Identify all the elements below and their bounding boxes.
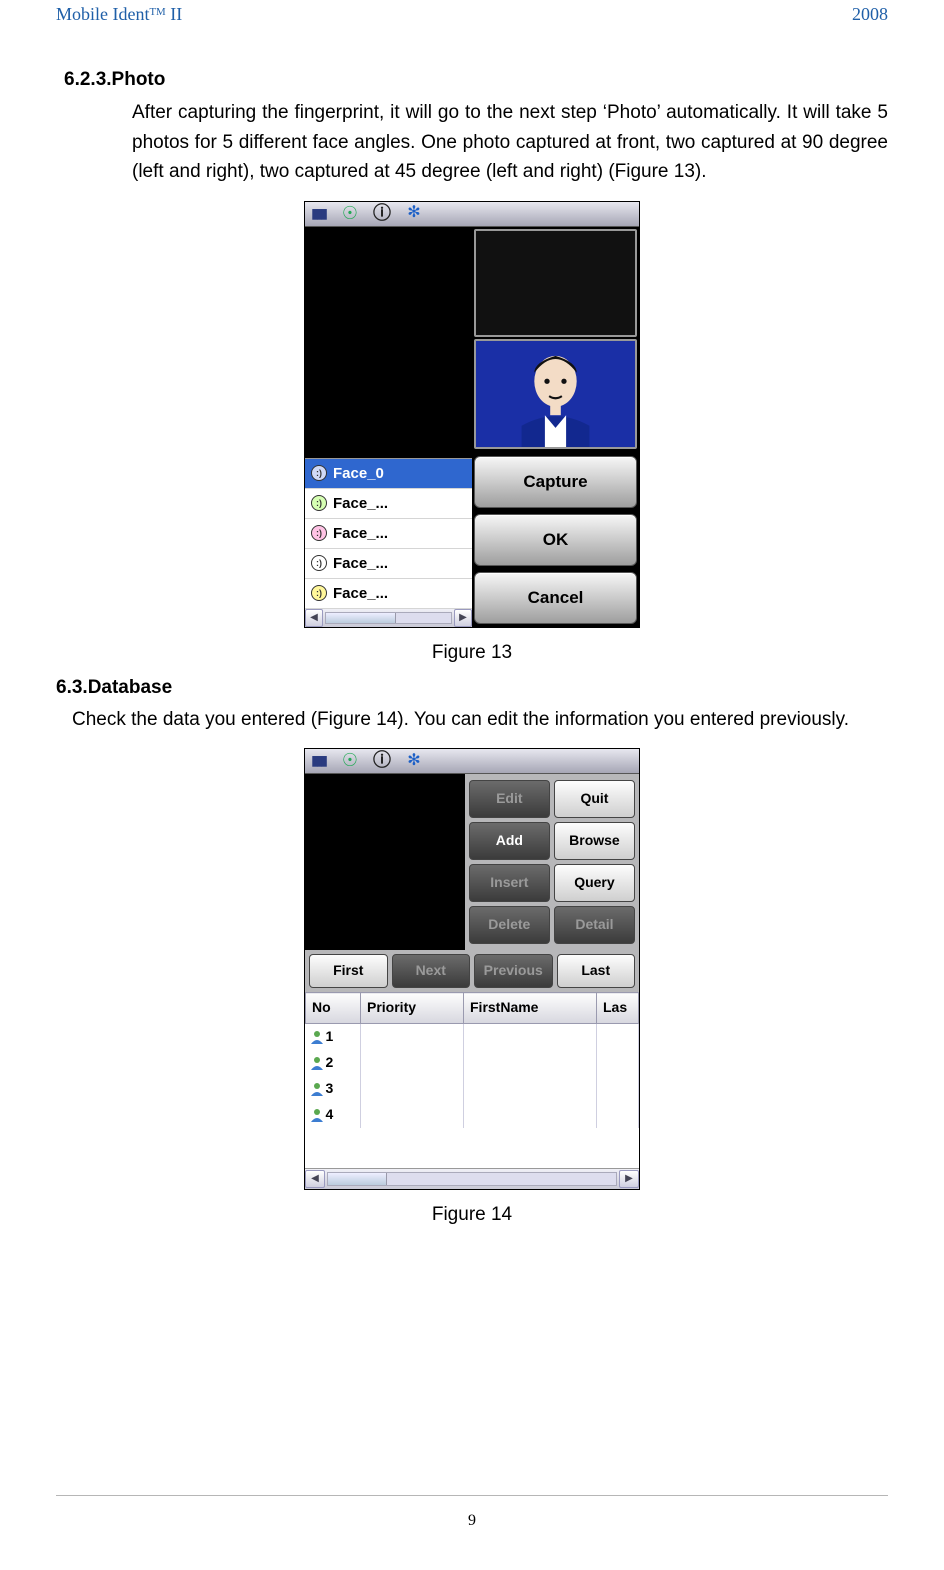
face-list-item-4[interactable]: Face_... — [305, 579, 472, 609]
query-button[interactable]: Query — [554, 864, 635, 902]
figure-14-caption: Figure 14 — [56, 1200, 888, 1229]
cell-no: 1 — [326, 1028, 334, 1044]
face-icon — [311, 465, 327, 481]
scroll-right-icon[interactable]: ▶ — [619, 1170, 639, 1188]
col-lastname[interactable]: Las — [597, 993, 639, 1024]
person-icon — [310, 1078, 324, 1100]
figure-13-device: Face_0 Face_... Face_... — [304, 201, 640, 628]
face-icon — [311, 495, 327, 511]
globe-icon — [341, 205, 359, 223]
face-list-item-1[interactable]: Face_... — [305, 489, 472, 519]
figure-14-container: Edit Quit Add Browse Insert Query Delete… — [56, 748, 888, 1190]
first-button[interactable]: First — [309, 954, 388, 988]
browse-button[interactable]: Browse — [554, 822, 635, 860]
col-firstname[interactable]: FirstName — [464, 993, 597, 1024]
col-no[interactable]: No — [306, 993, 361, 1024]
avatar-icon — [476, 341, 635, 447]
scroll-right-icon[interactable]: ▶ — [454, 609, 472, 627]
table-row[interactable]: 2 — [306, 1050, 639, 1076]
data-table-wrap: No Priority FirstName Las 1 — [305, 992, 639, 1168]
face-list-label: Face_... — [333, 522, 388, 545]
cancel-button[interactable]: Cancel — [474, 572, 637, 624]
add-button[interactable]: Add — [469, 822, 550, 860]
action-button-grid: Edit Quit Add Browse Insert Query Delete… — [465, 774, 639, 950]
scroll-track[interactable] — [327, 1172, 617, 1186]
header-title-left: Mobile Identᵀᴹ II — [56, 4, 182, 25]
record-preview — [305, 774, 465, 950]
heading-623: 6.2.3.Photo — [64, 65, 888, 94]
scroll-left-icon[interactable]: ◀ — [305, 1170, 325, 1188]
bluetooth-icon — [405, 752, 423, 770]
globe-icon — [341, 752, 359, 770]
photo-preview-avatar — [474, 339, 637, 449]
insert-button[interactable]: Insert — [469, 864, 550, 902]
signal-icon — [309, 205, 327, 223]
next-button[interactable]: Next — [392, 954, 471, 988]
person-icon — [310, 1026, 324, 1048]
table-row[interactable]: 3 — [306, 1076, 639, 1102]
antenna-icon — [373, 752, 391, 770]
body-63: Check the data you entered (Figure 14). … — [72, 705, 888, 734]
ok-button[interactable]: OK — [474, 514, 637, 566]
heading-63: 6.3.Database — [56, 673, 888, 702]
bluetooth-icon — [405, 205, 423, 223]
face-list-scrollbar[interactable]: ◀ ▶ — [305, 609, 472, 627]
signal-icon — [309, 752, 327, 770]
col-priority[interactable]: Priority — [361, 993, 464, 1024]
face-list-label: Face_... — [333, 582, 388, 605]
face-list-label: Face_... — [333, 492, 388, 515]
header-title-right: 2008 — [852, 4, 888, 25]
scroll-track[interactable] — [325, 612, 452, 624]
page-footer: 9 — [56, 1495, 888, 1530]
data-table: No Priority FirstName Las 1 — [305, 992, 639, 1128]
table-header-row: No Priority FirstName Las — [306, 993, 639, 1024]
figure-13-container: Face_0 Face_... Face_... — [56, 201, 888, 628]
face-list-item-2[interactable]: Face_... — [305, 519, 472, 549]
face-list[interactable]: Face_0 Face_... Face_... — [305, 458, 472, 609]
detail-button[interactable]: Detail — [554, 906, 635, 944]
face-list-label: Face_0 — [333, 462, 384, 485]
table-row[interactable]: 4 — [306, 1102, 639, 1128]
face-list-item-3[interactable]: Face_... — [305, 549, 472, 579]
nav-button-row: First Next Previous Last — [305, 950, 639, 992]
status-bar — [305, 202, 639, 227]
table-empty-area — [305, 1128, 639, 1168]
scroll-thumb[interactable] — [328, 1173, 387, 1185]
capture-button[interactable]: Capture — [474, 456, 637, 508]
antenna-icon — [373, 205, 391, 223]
status-bar — [305, 749, 639, 774]
body-623: After capturing the fingerprint, it will… — [132, 98, 888, 186]
table-scrollbar[interactable]: ◀ ▶ — [305, 1168, 639, 1189]
page-header: Mobile Identᵀᴹ II 2008 — [56, 0, 888, 25]
face-list-label: Face_... — [333, 552, 388, 575]
cell-no: 3 — [326, 1080, 334, 1096]
table-row[interactable]: 1 — [306, 1023, 639, 1050]
figure-14-device: Edit Quit Add Browse Insert Query Delete… — [304, 748, 640, 1190]
delete-button[interactable]: Delete — [469, 906, 550, 944]
face-icon — [311, 525, 327, 541]
scroll-thumb[interactable] — [326, 613, 396, 623]
face-icon — [311, 555, 327, 571]
face-icon — [311, 585, 327, 601]
cell-no: 4 — [326, 1106, 334, 1122]
edit-button[interactable]: Edit — [469, 780, 550, 818]
scroll-left-icon[interactable]: ◀ — [305, 609, 323, 627]
person-icon — [310, 1104, 324, 1126]
quit-button[interactable]: Quit — [554, 780, 635, 818]
face-list-item-0[interactable]: Face_0 — [305, 459, 472, 489]
page-number: 9 — [468, 1512, 476, 1529]
photo-preview-empty — [474, 229, 637, 337]
cell-no: 2 — [326, 1054, 334, 1070]
person-icon — [310, 1052, 324, 1074]
figure-13-caption: Figure 13 — [56, 638, 888, 667]
camera-preview-large — [305, 227, 472, 458]
previous-button[interactable]: Previous — [474, 954, 553, 988]
last-button[interactable]: Last — [557, 954, 636, 988]
